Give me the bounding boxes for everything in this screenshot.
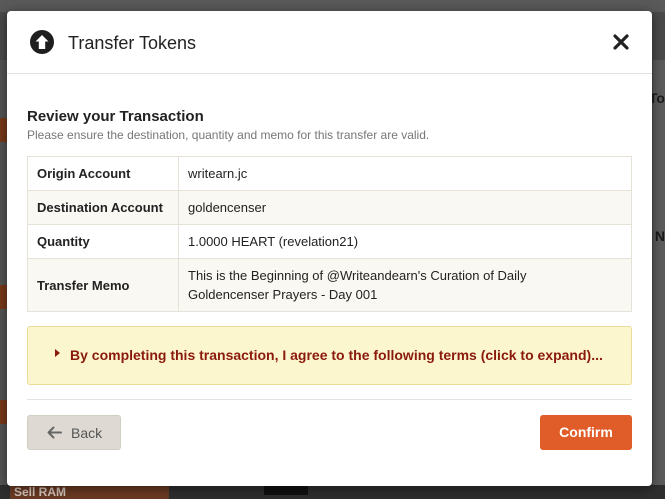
origin-account-label: Origin Account [27, 156, 179, 191]
close-icon[interactable] [612, 33, 630, 51]
table-row: Origin Account writearn.jc [27, 156, 632, 191]
quantity-value: 1.0000 HEART (revelation21) [178, 224, 632, 259]
transfer-memo-line-1: This is the Beginning of @Writeandearn's… [188, 268, 527, 283]
back-button[interactable]: Back [27, 415, 121, 450]
background-sell-ram: Sell RAM [10, 486, 169, 499]
review-heading: Review your Transaction [27, 108, 204, 125]
table-row: Quantity 1.0000 HEART (revelation21) [27, 224, 632, 259]
back-button-label: Back [71, 425, 103, 441]
table-row: Destination Account goldencenser [27, 190, 632, 225]
transfer-memo-label: Transfer Memo [27, 258, 179, 312]
arrow-left-icon [47, 426, 62, 439]
confirm-button[interactable]: Confirm [540, 415, 632, 450]
transfer-memo-line-2: Goldencenser Prayers - Day 001 [188, 287, 378, 302]
review-table: Origin Account writearn.jc Destination A… [27, 156, 632, 312]
terms-text: By completing this transaction, I agree … [70, 347, 603, 363]
quantity-label: Quantity [27, 224, 179, 259]
transfer-memo-value: This is the Beginning of @Writeandearn's… [178, 258, 632, 312]
modal-header: Transfer Tokens [7, 11, 652, 74]
background-right-text: N [654, 228, 665, 244]
background-chip [264, 486, 308, 495]
background-right-strip [653, 60, 665, 490]
transfer-modal: Transfer Tokens Review your Transaction … [7, 11, 652, 486]
modal-title: Transfer Tokens [68, 33, 197, 53]
destination-account-value: goldencenser [178, 190, 632, 225]
terms-expander[interactable]: By completing this transaction, I agree … [27, 326, 632, 385]
arrow-up-circle-icon [30, 30, 54, 54]
origin-account-value: writearn.jc [178, 156, 632, 191]
review-subheading: Please ensure the destination, quantity … [27, 128, 430, 142]
destination-account-label: Destination Account [27, 190, 179, 225]
footer-divider [27, 399, 632, 400]
caret-right-icon [55, 349, 60, 357]
table-row: Transfer Memo This is the Beginning of @… [27, 258, 632, 312]
